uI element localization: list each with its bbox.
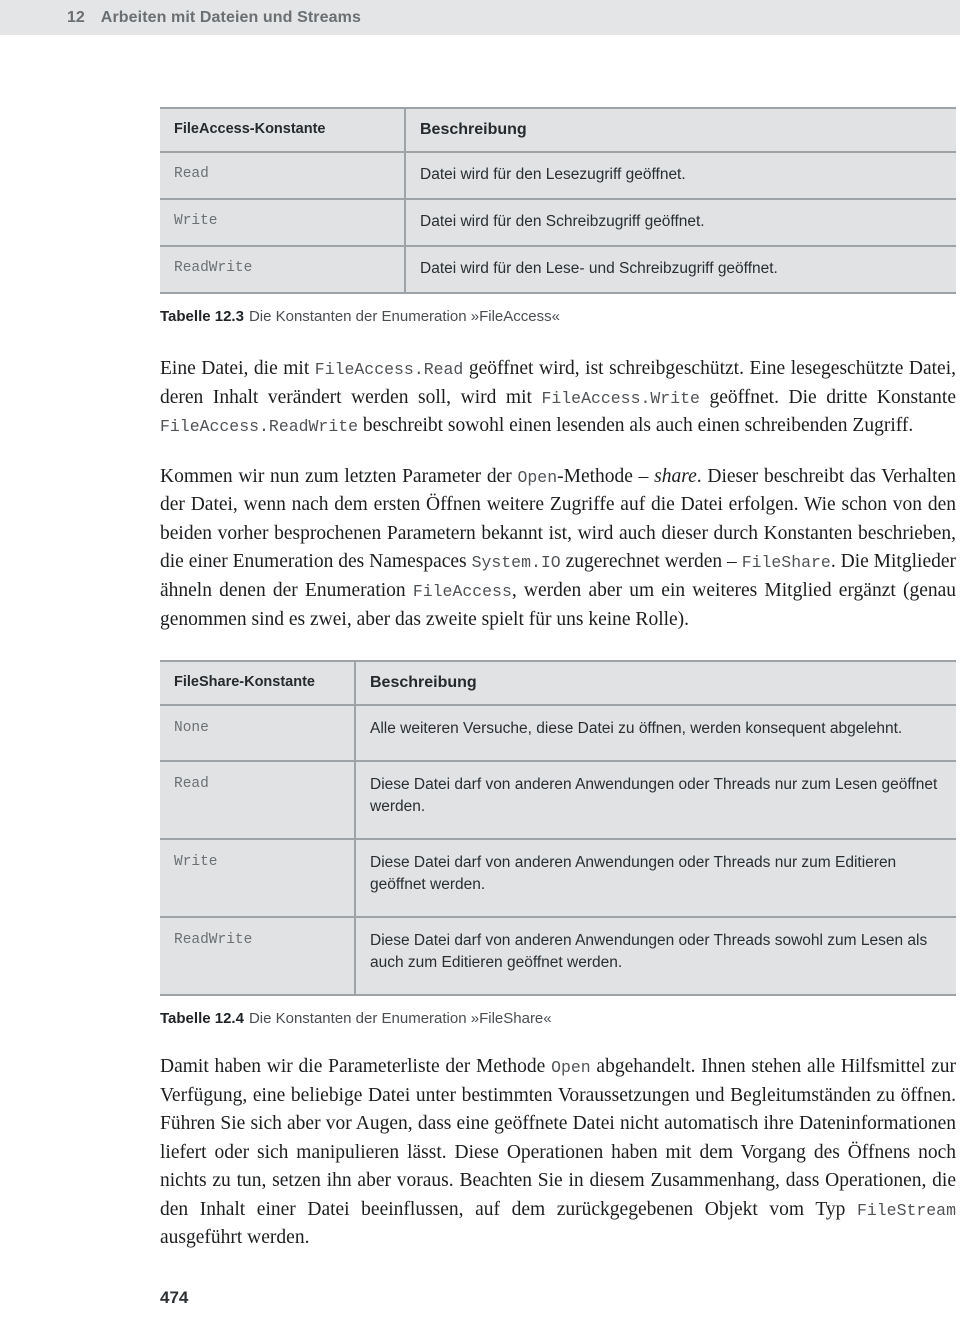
inline-code: FileAccess: [412, 581, 512, 601]
caption-text: Die Konstanten der Enumeration »FileShar…: [248, 1010, 552, 1028]
table-row: Write Diese Datei darf von anderen Anwen…: [160, 838, 956, 918]
cell-constant: ReadWrite: [160, 245, 406, 293]
column-header-description: Beschreibung: [370, 674, 477, 692]
top-spacer: [160, 0, 956, 107]
cell-description: Datei wird für den Schreibzugriff geöffn…: [405, 198, 956, 246]
cell-constant: Write: [160, 838, 356, 918]
cell-description: Datei wird für den Lesezugriff geöffnet.: [405, 151, 956, 199]
gap-before-table-2: [160, 634, 956, 660]
gap-after-caption-2: [160, 1027, 956, 1053]
cell-constant: ReadWrite: [160, 916, 356, 996]
cell-description: Diese Datei darf von anderen Anwendungen…: [355, 916, 956, 996]
inline-code: FileStream: [856, 1200, 956, 1220]
column-header-description: Beschreibung: [420, 121, 527, 138]
table-header-row: FileAccess-Konstante Beschreibung: [160, 108, 956, 152]
paragraph-share-parameter: Kommen wir nun zum letzten Parameter der…: [160, 463, 956, 634]
page-content: FileAccess-Konstante Beschreibung Read D…: [160, 0, 956, 1253]
table-header-row: FileShare-Konstante Beschreibung: [160, 661, 956, 706]
table-fileshare: FileShare-Konstante Beschreibung None Al…: [160, 660, 956, 997]
table-row: Read Diese Datei darf von anderen Anwend…: [160, 760, 956, 840]
caption-label: Tabelle 12.3: [160, 308, 244, 325]
par-text: beschreibt sowohl einen lesenden als auc…: [358, 415, 914, 437]
inline-code: Open: [551, 1058, 591, 1078]
gap-between-paragraphs-1: [160, 441, 956, 463]
page-number: 474: [160, 1288, 189, 1307]
table-row: ReadWrite Diese Datei darf von anderen A…: [160, 916, 956, 996]
par-text: ausgeführt werden.: [160, 1227, 310, 1249]
paragraph-open-summary: Damit haben wir die Parameterliste der M…: [160, 1053, 956, 1253]
table-row: Read Datei wird für den Lesezugriff geöf…: [160, 151, 956, 199]
inline-code: FileAccess.Write: [541, 388, 700, 408]
running-head-chapter-number: 12: [67, 8, 85, 26]
paragraph-fileaccess-explanation: Eine Datei, die mit FileAccess.Read geöf…: [160, 355, 956, 441]
cell-description: Diese Datei darf von anderen Anwendungen…: [355, 760, 956, 840]
table-row: ReadWrite Datei wird für den Lese- und S…: [160, 245, 956, 293]
caption-text: Die Konstanten der Enumeration »FileAcce…: [248, 308, 560, 325]
cell-description: Datei wird für den Lese- und Schreibzugr…: [405, 245, 956, 293]
inline-code: Open: [517, 467, 558, 487]
par-text: Damit haben wir die Parameterliste der M…: [160, 1056, 552, 1078]
par-text: Kommen wir nun zum letzten Parameter der: [160, 465, 518, 487]
gap-after-caption-1: [160, 325, 956, 355]
cell-constant: None: [160, 704, 356, 762]
inline-code: FileAccess.Read: [314, 360, 464, 379]
inline-emphasis: share: [654, 465, 697, 487]
table-row: Write Datei wird für den Schreibzugriff …: [160, 198, 956, 246]
par-text: zugerechnet werden –: [560, 551, 742, 573]
cell-constant: Write: [160, 198, 406, 246]
par-text: geöffnet. Die dritte Konstante: [699, 386, 956, 408]
inline-code: FileShare: [741, 553, 831, 573]
par-text: Eine Datei, die mit: [160, 358, 315, 379]
column-header-constant: FileShare-Konstante: [160, 661, 356, 706]
table-caption-12-3: Tabelle 12.3 Die Konstanten der Enumerati…: [160, 308, 956, 325]
cell-constant: Read: [160, 151, 406, 199]
cell-constant: Read: [160, 760, 356, 840]
par-text: -Methode –: [557, 465, 655, 487]
table-row: None Alle weiteren Versuche, diese Datei…: [160, 704, 956, 762]
table-caption-12-4: Tabelle 12.4 Die Konstanten der Enumerati…: [160, 1010, 956, 1027]
inline-code: FileAccess.ReadWrite: [160, 417, 359, 437]
column-header-constant: FileAccess-Konstante: [160, 108, 406, 152]
par-text: abgehandelt. Ihnen stehen alle Hilfsmitt…: [160, 1056, 956, 1220]
table-fileaccess: FileAccess-Konstante Beschreibung Read D…: [160, 107, 956, 294]
cell-description: Diese Datei darf von anderen Anwendungen…: [355, 838, 956, 918]
caption-label: Tabelle 12.4: [160, 1010, 244, 1028]
cell-description: Alle weiteren Versuche, diese Datei zu ö…: [355, 704, 956, 762]
inline-code: System.IO: [471, 553, 561, 573]
